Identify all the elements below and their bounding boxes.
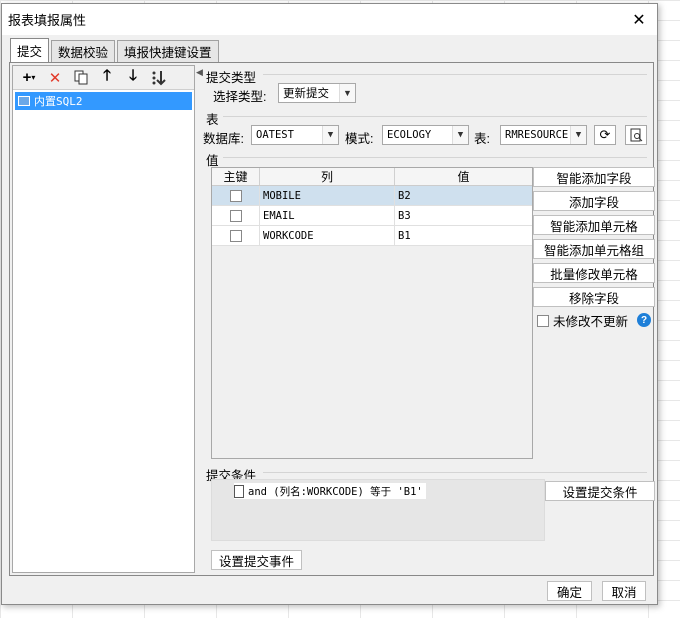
column-cell: EMAIL [260, 206, 395, 225]
submit-settings-panel: 提交类型 选择类型: 更新提交 ▼ 表 数据库: OATEST ▼ 模式: EC… [203, 63, 655, 575]
database-value: OATEST [256, 129, 294, 141]
condition-item[interactable]: and (列名:WORKCODE) 等于 'B1' [234, 483, 426, 499]
tab-submit[interactable]: 提交 [10, 38, 50, 62]
table-section-title: 表 [206, 113, 219, 127]
table-label: 表: [474, 132, 490, 146]
document-icon [234, 484, 244, 498]
column-header-column: 列 [260, 168, 395, 185]
chevron-down-icon[interactable]: ▼ [322, 126, 338, 144]
dialog-title: 报表填报属性 [8, 13, 87, 28]
tab-body: + ▾ ✕ 🡑 🡓 内置SQL2 ◀ 提交类型 选择类型: 更新提交 ▼ 表 数… [9, 62, 655, 576]
delete-icon[interactable]: ✕ [45, 68, 65, 88]
batch-modify-cell-button[interactable]: 批量修改单元格 [533, 263, 655, 283]
smart-add-field-button[interactable]: 智能添加字段 [533, 167, 655, 187]
no-update-unmodified-checkbox[interactable] [537, 314, 549, 327]
schema-value: ECOLOGY [387, 129, 432, 141]
primary-key-checkbox[interactable] [229, 229, 242, 242]
move-up-icon[interactable]: 🡑 [97, 67, 117, 88]
preview-icon[interactable] [625, 125, 647, 145]
value-cell[interactable]: B1 [395, 226, 532, 245]
tree-item-builtin-sql2[interactable]: 内置SQL2 [15, 92, 192, 110]
table-row[interactable]: EMAIL B3 [212, 206, 532, 226]
select-type-label: 选择类型: [213, 90, 267, 104]
chevron-down-icon[interactable]: ▼ [452, 126, 468, 144]
value-cell[interactable]: B2 [395, 186, 532, 205]
submit-type-section-title: 提交类型 [206, 71, 257, 85]
column-header-key: 主键 [212, 168, 260, 185]
smart-add-cell-button[interactable]: 智能添加单元格 [533, 215, 655, 235]
set-submit-event-button[interactable]: 设置提交事件 [211, 550, 302, 570]
database-select[interactable]: OATEST ▼ [251, 125, 339, 145]
no-update-unmodified-option[interactable]: 未修改不更新 [537, 311, 628, 330]
submit-type-value: 更新提交 [283, 88, 329, 100]
table-value: RMRESOURCE [505, 129, 569, 141]
condition-tree: and (列名:WORKCODE) 等于 'B1' [211, 479, 545, 541]
column-cell: MOBILE [260, 186, 395, 205]
divider [223, 157, 647, 158]
database-icon [18, 96, 30, 106]
ok-button[interactable]: 确定 [547, 581, 592, 601]
divider [263, 472, 647, 473]
refresh-icon[interactable]: ⟳ [594, 125, 616, 145]
value-cell[interactable]: B3 [395, 206, 532, 225]
column-cell: WORKCODE [260, 226, 395, 245]
table-row[interactable]: WORKCODE B1 [212, 226, 532, 246]
database-label: 数据库: [203, 132, 244, 146]
submit-list-panel: + ▾ ✕ 🡑 🡓 内置SQL2 [12, 65, 195, 573]
submit-type-select[interactable]: 更新提交 ▼ [278, 83, 356, 103]
collapse-arrow-icon[interactable]: ◀ [196, 67, 203, 78]
copy-icon[interactable] [71, 68, 91, 88]
add-icon[interactable]: + ▾ [19, 68, 39, 88]
remove-field-button[interactable]: 移除字段 [533, 287, 655, 307]
help-icon[interactable]: ? [637, 313, 651, 327]
table-select[interactable]: RMRESOURCE ▼ [500, 125, 587, 145]
column-header-value: 值 [457, 170, 470, 184]
close-icon[interactable]: ✕ [627, 8, 651, 32]
table-row[interactable]: MOBILE B2 [212, 186, 532, 206]
left-toolbar: + ▾ ✕ 🡑 🡓 [13, 66, 194, 90]
schema-label: 模式: [345, 132, 374, 146]
panel-splitter[interactable]: ◀ [196, 65, 203, 573]
sort-icon[interactable] [149, 68, 169, 88]
smart-add-cell-group-button[interactable]: 智能添加单元格组 [533, 239, 655, 259]
primary-key-checkbox[interactable] [229, 189, 242, 202]
values-table: 主键 列 值 MOBILE B2 EMAIL B3 WORKCODE B1 [211, 167, 533, 459]
chevron-down-icon[interactable]: ▼ [570, 126, 586, 144]
tab-shortcut-settings[interactable]: 填报快捷键设置 [117, 40, 219, 62]
primary-key-checkbox[interactable] [229, 209, 242, 222]
title-bar: 报表填报属性 ✕ [2, 4, 657, 35]
schema-select[interactable]: ECOLOGY ▼ [382, 125, 469, 145]
cancel-button[interactable]: 取消 [602, 581, 646, 601]
tab-strip: 提交 数据校验 填报快捷键设置 [10, 38, 219, 62]
tree-item-label: 内置SQL2 [34, 95, 83, 108]
move-down-icon[interactable]: 🡓 [123, 67, 143, 88]
set-submit-condition-button[interactable]: 设置提交条件 [545, 481, 655, 501]
tab-data-validation[interactable]: 数据校验 [51, 40, 116, 62]
chevron-down-icon[interactable]: ▼ [339, 84, 355, 102]
no-update-unmodified-label: 未修改不更新 [553, 315, 629, 329]
divider [263, 74, 647, 75]
add-field-button[interactable]: 添加字段 [533, 191, 655, 211]
table-header: 主键 列 值 [212, 168, 532, 186]
report-fill-properties-dialog: 报表填报属性 ✕ 提交 数据校验 填报快捷键设置 + ▾ ✕ 🡑 🡓 内置SQL… [1, 3, 658, 605]
divider [223, 116, 647, 117]
condition-text: and (列名:WORKCODE) 等于 'B1' [248, 485, 423, 498]
